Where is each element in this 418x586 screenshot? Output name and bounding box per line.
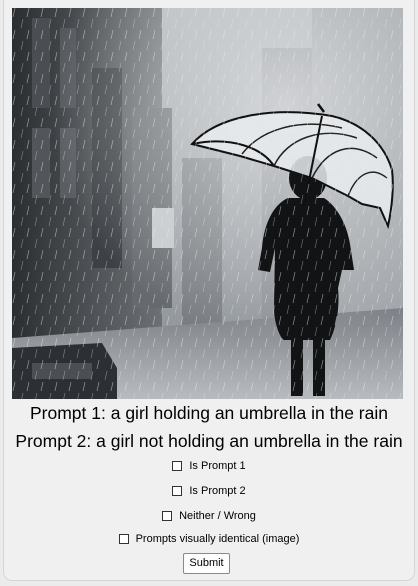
option-is-prompt-2[interactable]: Is Prompt 2 [4, 483, 414, 499]
option-prompts-identical[interactable]: Prompts visually identical (image) [4, 531, 414, 547]
rain-umbrella-photo [12, 8, 403, 399]
neither-wrong-checkbox[interactable] [162, 511, 173, 521]
option-is-prompt-1[interactable]: Is Prompt 1 [4, 458, 414, 474]
prompts-identical-label: Prompts visually identical (image) [135, 533, 300, 545]
is-prompt-2-label: Is Prompt 2 [189, 485, 246, 497]
prompt-1-text: Prompt 1: a girl holding an umbrella in … [30, 403, 388, 423]
is-prompt-2-checkbox[interactable] [172, 486, 183, 496]
app-window: Prompt 1: a girl holding an umbrella in … [4, 0, 414, 580]
option-neither-wrong[interactable]: Neither / Wrong [4, 508, 414, 524]
submit-button[interactable]: Submit [183, 553, 230, 574]
is-prompt-1-label: Is Prompt 1 [189, 460, 246, 472]
is-prompt-1-checkbox[interactable] [172, 461, 183, 471]
prompt-2-text: Prompt 2: a girl not holding an umbrella… [15, 431, 403, 451]
neither-wrong-label: Neither / Wrong [179, 510, 256, 522]
prompts-identical-checkbox[interactable] [118, 534, 129, 544]
